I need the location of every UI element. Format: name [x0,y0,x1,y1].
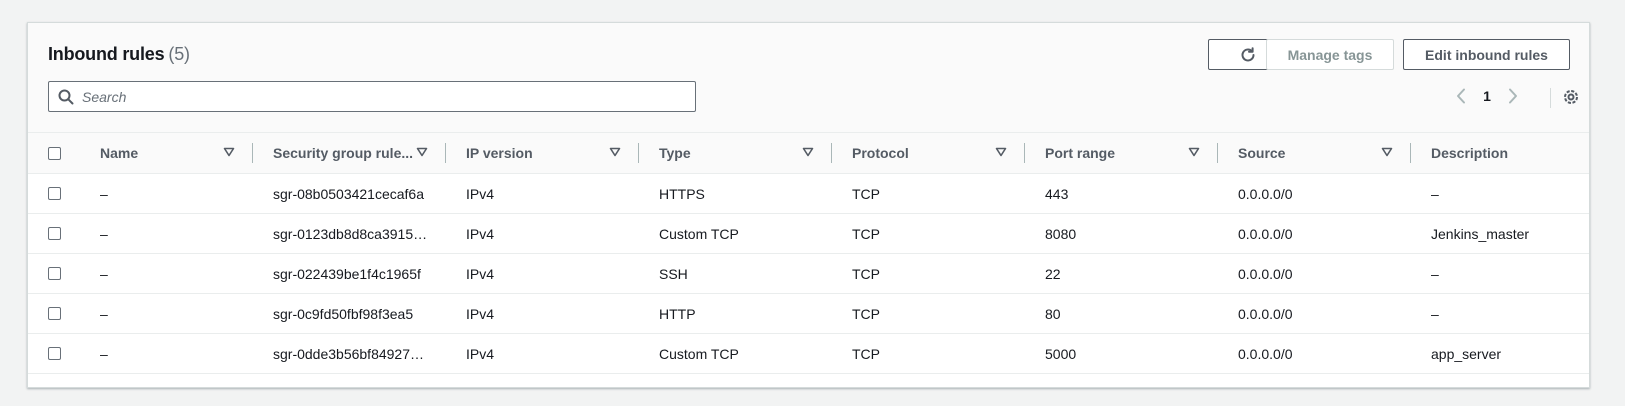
column-header[interactable]: Protocol [832,133,1025,174]
rule-id-cell: sgr-0dde3b56bf84927… [273,345,425,362]
column-header[interactable]: Description [1411,133,1589,174]
sort-caret-icon[interactable] [1381,146,1393,158]
description-cell: – [1431,265,1439,282]
type-cell: HTTPS [659,185,705,202]
type-cell: Custom TCP [659,345,739,362]
table-row[interactable]: – sgr-08b0503421cecaf6a IPv4 HTTPS TCP 4… [28,174,1589,214]
chevron-right-icon[interactable] [1503,86,1523,106]
column-header[interactable]: Port range [1025,133,1218,174]
pagination: 1 [1451,86,1523,106]
rule-id-cell: sgr-08b0503421cecaf6a [273,185,425,202]
inbound-rules-panel: Inbound rules (5) Manage tags Edit inboun… [27,22,1590,388]
sort-caret-icon[interactable] [995,146,1007,158]
table-row[interactable]: – sgr-0123db8d8ca3915… IPv4 Custom TCP T… [28,214,1589,254]
column-header[interactable]: Source [1218,133,1411,174]
sort-caret-icon[interactable] [223,146,235,158]
select-all-cell [28,133,80,174]
description-cell: – [1431,305,1439,322]
ip-version-cell: IPv4 [466,265,495,282]
panel-header: Inbound rules (5) Manage tags Edit inboun… [28,23,1589,132]
search-icon [58,89,74,105]
description-cell: Jenkins_master [1431,225,1530,242]
source-cell: 0.0.0.0/0 [1238,225,1293,242]
search-input[interactable] [74,82,695,111]
protocol-cell: TCP [852,345,880,362]
description-cell: app_server [1431,345,1502,362]
panel-title: Inbound rules (5) [48,44,190,65]
type-cell: SSH [659,265,688,282]
table-row[interactable]: – sgr-0c9fd50fbf98f3ea5 IPv4 HTTP TCP 80… [28,294,1589,334]
chevron-left-icon[interactable] [1451,86,1471,106]
refresh-icon [1240,46,1256,63]
port-range-cell: 8080 [1045,225,1077,242]
rules-table: Name Security group rule... IP version T… [28,132,1589,374]
ip-version-cell: IPv4 [466,305,495,322]
gear-icon[interactable] [1560,86,1582,108]
rule-id-cell: sgr-0123db8d8ca3915… [273,225,428,242]
rule-id-cell: sgr-0c9fd50fbf98f3ea5 [273,305,414,322]
edit-inbound-rules-button[interactable]: Edit inbound rules [1403,39,1570,70]
column-header-label: IP version [466,145,533,161]
select-all-checkbox[interactable] [48,146,61,160]
table-header-row: Name Security group rule... IP version T… [28,132,1589,174]
row-checkbox[interactable] [48,307,61,320]
source-cell: 0.0.0.0/0 [1238,185,1293,202]
column-header[interactable]: Type [639,133,832,174]
protocol-cell: TCP [852,225,880,242]
sort-caret-icon[interactable] [1188,146,1200,158]
row-select-cell [28,294,80,334]
rule-count: (5) [168,44,190,64]
row-select-cell [28,214,80,254]
column-header-label: Protocol [852,145,909,161]
name-cell: – [100,225,108,242]
source-cell: 0.0.0.0/0 [1238,305,1293,322]
column-header-label: Security group rule... [273,145,414,161]
name-cell: – [100,345,108,362]
row-select-cell [28,174,80,214]
sort-caret-icon[interactable] [802,146,814,158]
column-header-label: Port range [1045,145,1116,161]
ip-version-cell: IPv4 [466,185,495,202]
name-cell: – [100,185,108,202]
name-cell: – [100,305,108,322]
manage-tags-button[interactable]: Manage tags [1266,39,1394,70]
port-range-cell: 443 [1045,185,1069,202]
ip-version-cell: IPv4 [466,345,495,362]
port-range-cell: 22 [1045,265,1061,282]
port-range-cell: 80 [1045,305,1061,322]
column-header-label: Description [1431,145,1509,161]
column-header[interactable]: Name [80,133,253,174]
sort-caret-icon[interactable] [609,146,621,158]
protocol-cell: TCP [852,265,880,282]
row-checkbox[interactable] [48,347,61,360]
protocol-cell: TCP [852,305,880,322]
ip-version-cell: IPv4 [466,225,495,242]
pager-divider [1550,88,1551,108]
row-checkbox[interactable] [48,227,61,240]
table-row[interactable]: – sgr-022439be1f4c1965f IPv4 SSH TCP 22 … [28,254,1589,294]
column-header-label: Name [100,145,139,161]
sort-caret-icon[interactable] [416,146,428,158]
table-row[interactable]: – sgr-0dde3b56bf84927… IPv4 Custom TCP T… [28,334,1589,374]
title-text: Inbound rules [48,44,165,64]
row-select-cell [28,254,80,294]
description-cell: – [1431,185,1439,202]
column-header-label: Source [1238,145,1286,161]
name-cell: – [100,265,108,282]
row-select-cell [28,334,80,374]
search-box [48,81,696,112]
source-cell: 0.0.0.0/0 [1238,345,1293,362]
type-cell: HTTP [659,305,696,322]
port-range-cell: 5000 [1045,345,1077,362]
column-header[interactable]: Security group rule... [253,133,446,174]
column-header-label: Type [659,145,691,161]
source-cell: 0.0.0.0/0 [1238,265,1293,282]
type-cell: Custom TCP [659,225,739,242]
row-checkbox[interactable] [48,267,61,280]
rule-id-cell: sgr-022439be1f4c1965f [273,265,421,282]
protocol-cell: TCP [852,185,880,202]
page-number[interactable]: 1 [1471,88,1503,104]
column-header[interactable]: IP version [446,133,639,174]
row-checkbox[interactable] [48,187,61,200]
